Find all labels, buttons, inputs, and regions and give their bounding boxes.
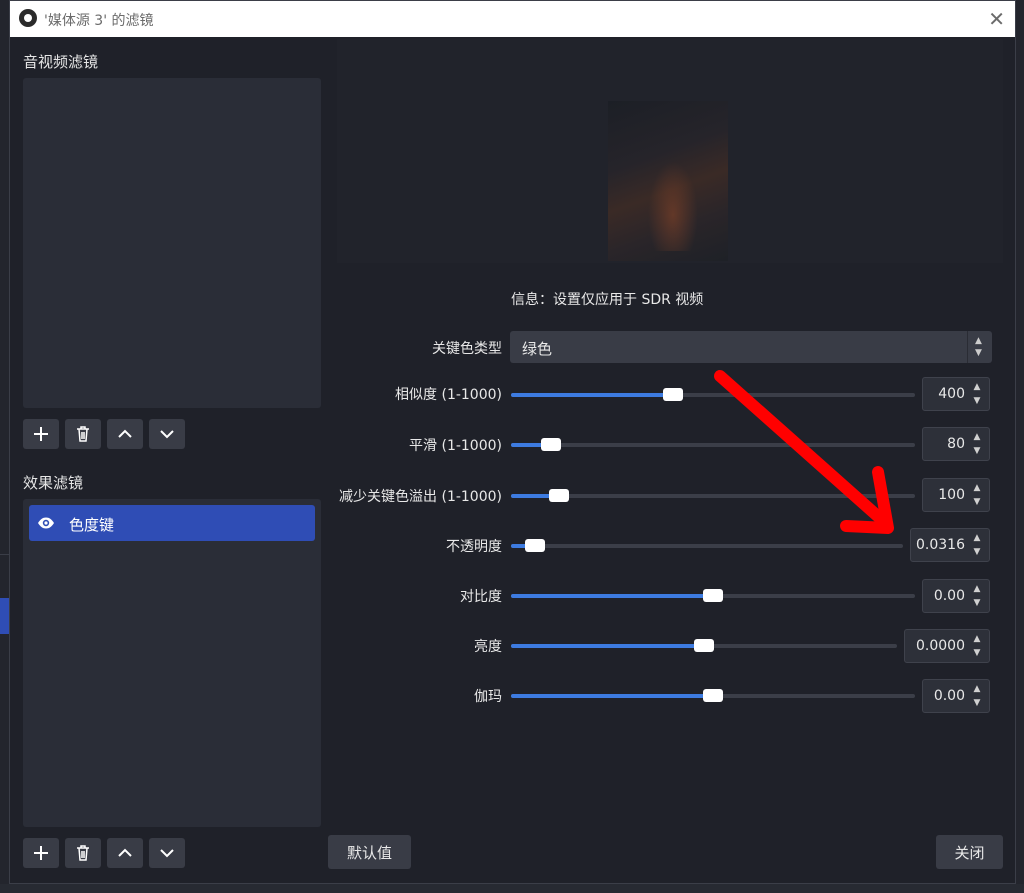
spin-up-icon[interactable]: ▲ <box>971 482 983 494</box>
contrast-value: 0.00 <box>933 588 965 604</box>
spin-down-icon[interactable]: ▼ <box>971 395 983 407</box>
gamma-slider-handle[interactable] <box>703 689 723 702</box>
spin-up-icon[interactable]: ▲ <box>971 431 983 443</box>
spin-up-icon[interactable]: ▲ <box>971 532 983 544</box>
spin-down-icon[interactable]: ▼ <box>971 647 983 659</box>
smoothness-value: 80 <box>947 436 965 452</box>
gamma-value: 0.00 <box>933 688 965 704</box>
opacity-slider[interactable] <box>511 539 903 552</box>
smoothness-slider-handle[interactable] <box>541 438 562 451</box>
spill-reduction-label: 减少关键色溢出 (1-1000) <box>339 489 502 505</box>
video-preview-image <box>608 101 728 261</box>
trash-icon <box>77 845 89 861</box>
gamma-slider-fill <box>511 694 713 698</box>
contrast-label: 对比度 <box>460 589 502 605</box>
spin-down-icon[interactable]: ▼ <box>971 697 983 709</box>
audio-filters-label: 音视频滤镜 <box>23 53 99 71</box>
brightness-label: 亮度 <box>474 639 502 655</box>
move-effect-filter-up-button[interactable] <box>107 838 143 868</box>
effect-filter-item-chroma-key[interactable]: 色度键 <box>29 505 315 541</box>
smoothness-label: 平滑 (1-1000) <box>409 438 502 454</box>
move-audio-filter-down-button[interactable] <box>149 419 185 449</box>
similarity-slider-handle[interactable] <box>662 388 683 401</box>
info-text: 信息：设置仅应用于 SDR 视频 <box>511 292 704 308</box>
gamma-slider[interactable] <box>511 689 915 702</box>
filters-dialog: '媒体源 3' 的滤镜 ✕ 音视频滤镜 效果滤镜 色度键 信息：设置仅应用于 S… <box>9 0 1016 884</box>
effect-filters-list: 色度键 <box>23 499 321 827</box>
spin-up-icon[interactable]: ▲ <box>971 683 983 695</box>
add-effect-filter-button[interactable] <box>23 838 59 868</box>
contrast-slider-fill <box>511 594 713 598</box>
spill-reduction-slider[interactable] <box>511 489 915 502</box>
chevron-down-icon <box>160 849 174 858</box>
key-color-type-select[interactable]: 绿色 ▲ ▼ <box>510 331 992 363</box>
spill-reduction-slider-handle[interactable] <box>549 489 570 502</box>
gamma-spinbox[interactable]: 0.00 ▲ ▼ <box>922 679 990 713</box>
contrast-slider-handle[interactable] <box>703 589 723 602</box>
brightness-value: 0.0000 <box>916 638 965 654</box>
background-app-status-bar <box>0 884 1024 893</box>
spin-up-icon[interactable]: ▲ <box>971 381 983 393</box>
similarity-spinbox[interactable]: 400 ▲ ▼ <box>922 377 990 411</box>
title-bar: '媒体源 3' 的滤镜 ✕ <box>10 1 1015 37</box>
contrast-slider[interactable] <box>511 589 915 602</box>
opacity-label: 不透明度 <box>446 539 502 555</box>
obs-logo-icon <box>19 9 37 27</box>
chevron-up-icon <box>118 848 132 857</box>
spill-reduction-spinbox[interactable]: 100 ▲ ▼ <box>922 478 990 512</box>
chevron-down-icon <box>160 430 174 439</box>
key-color-type-label: 关键色类型 <box>432 341 502 357</box>
smoothness-spinbox[interactable]: 80 ▲ ▼ <box>922 427 990 461</box>
effect-filter-item-label: 色度键 <box>69 516 115 534</box>
add-audio-filter-button[interactable] <box>23 419 59 449</box>
spill-reduction-value: 100 <box>938 487 965 503</box>
opacity-value: 0.0316 <box>916 537 965 553</box>
smoothness-slider[interactable] <box>511 438 915 451</box>
plus-icon <box>34 427 48 441</box>
source-preview <box>337 39 1003 263</box>
spin-up-icon[interactable]: ▲ <box>971 583 983 595</box>
similarity-slider[interactable] <box>511 388 915 401</box>
background-app-edge-right <box>1016 0 1024 893</box>
opacity-slider-handle[interactable] <box>524 539 545 552</box>
brightness-spinbox[interactable]: 0.0000 ▲ ▼ <box>904 629 990 663</box>
contrast-spinbox[interactable]: 0.00 ▲ ▼ <box>922 579 990 613</box>
key-color-type-value: 绿色 <box>522 340 553 358</box>
brightness-slider[interactable] <box>511 639 897 652</box>
move-audio-filter-up-button[interactable] <box>107 419 143 449</box>
remove-effect-filter-button[interactable] <box>65 838 101 868</box>
brightness-slider-fill <box>511 644 704 648</box>
spin-down-icon[interactable]: ▼ <box>971 445 983 457</box>
eye-icon[interactable] <box>37 514 55 532</box>
window-title: '媒体源 3' 的滤镜 <box>44 13 154 29</box>
spin-down-icon[interactable]: ▼ <box>971 546 983 558</box>
spin-down-icon[interactable]: ▼ <box>971 496 983 508</box>
similarity-slider-fill <box>511 393 673 397</box>
similarity-value: 400 <box>938 386 965 402</box>
close-button[interactable]: 关闭 <box>936 835 1003 869</box>
plus-icon <box>34 846 48 860</box>
similarity-label: 相似度 (1-1000) <box>395 387 502 403</box>
opacity-spinbox[interactable]: 0.0316 ▲ ▼ <box>910 528 990 562</box>
window-close-button[interactable]: ✕ <box>988 7 1005 31</box>
select-arrows-icon: ▲ ▼ <box>967 331 992 363</box>
spin-down-icon[interactable]: ▼ <box>971 597 983 609</box>
effect-filters-label: 效果滤镜 <box>23 474 84 492</box>
spin-up-icon[interactable]: ▲ <box>971 633 983 645</box>
gamma-label: 伽玛 <box>474 689 502 705</box>
trash-icon <box>77 426 89 442</box>
brightness-slider-handle[interactable] <box>694 639 714 652</box>
chevron-up-icon <box>118 429 132 438</box>
defaults-button[interactable]: 默认值 <box>328 835 411 869</box>
audio-filters-list[interactable] <box>23 78 321 408</box>
move-effect-filter-down-button[interactable] <box>149 838 185 868</box>
remove-audio-filter-button[interactable] <box>65 419 101 449</box>
